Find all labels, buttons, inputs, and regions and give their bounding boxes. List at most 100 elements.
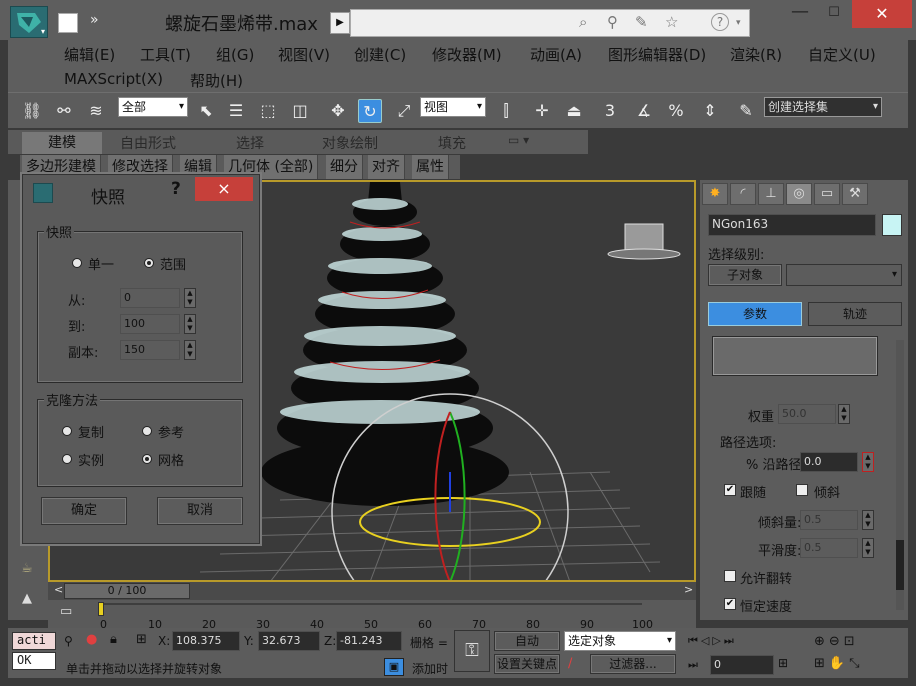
utilities-tab-icon[interactable]: ⚒ — [842, 183, 868, 205]
smoothness-field[interactable]: 0.5 — [800, 538, 858, 558]
edit-named-selection-icon[interactable]: ✎ — [734, 99, 758, 123]
curve-editor-icon[interactable]: ▭ — [60, 604, 72, 619]
tab-parameters[interactable]: 参数 — [708, 302, 802, 326]
reference-coord-select[interactable]: 视图 ▾ — [420, 97, 486, 117]
app-logo-icon[interactable]: ▾ — [10, 6, 48, 38]
dialog-help-button[interactable]: ? — [171, 179, 181, 199]
percent-along-path-spinner[interactable]: ▲ ▼ — [862, 452, 874, 472]
key-filter-icon[interactable]: ∕ — [568, 656, 572, 671]
weight-field[interactable]: 50.0 — [778, 404, 836, 424]
menu-help[interactable]: 帮助(H) — [190, 70, 243, 91]
menu-create[interactable]: 创建(C) — [354, 44, 406, 65]
tab-populate[interactable]: 填充 — [438, 133, 466, 153]
percent-along-path-field[interactable]: 0.0 — [800, 452, 858, 472]
y-coordinate-field[interactable]: 32.673 — [258, 631, 320, 651]
window-crossing-icon[interactable]: ◫ — [288, 99, 312, 123]
viewport-nav-bottom[interactable]: ⊞✋⤡ — [814, 656, 863, 671]
menu-customize[interactable]: 自定义(U) — [808, 44, 876, 65]
ribbon-options-icon[interactable]: ▭ ▾ — [508, 133, 529, 147]
menu-view[interactable]: 视图(V) — [278, 44, 330, 65]
z-coordinate-field[interactable]: -81.243 — [336, 631, 402, 651]
menu-rendering[interactable]: 渲染(R) — [730, 44, 782, 65]
spinner-snap-icon[interactable]: ⇕ — [698, 99, 722, 123]
allow-flip-checkbox[interactable] — [724, 570, 736, 582]
star-icon[interactable]: ☆ — [665, 13, 678, 31]
title-expand-icon[interactable]: ▶ — [330, 12, 350, 34]
absolute-mode-icon[interactable]: ⊞ — [136, 632, 147, 647]
key-mode-select[interactable]: 选定对象 ▾ — [564, 631, 676, 651]
panel-align[interactable]: 对齐 — [368, 155, 405, 179]
to-spinner[interactable]: ▲ ▼ — [184, 314, 196, 334]
copies-spinner[interactable]: ▲ ▼ — [184, 340, 196, 360]
lock-icon[interactable]: 🔒︎ — [110, 632, 117, 647]
from-field[interactable]: 0 — [120, 288, 180, 308]
copy-radio[interactable] — [62, 426, 72, 436]
sub-object-button[interactable]: 子对象 — [708, 264, 782, 286]
follow-checkbox[interactable]: ✔ — [724, 484, 736, 496]
modify-tab-icon[interactable]: ◜ — [730, 183, 756, 205]
track-bar[interactable]: 0 10 20 30 40 50 60 70 80 90 100 — [48, 600, 696, 631]
slider-prev-icon[interactable]: < — [54, 583, 63, 596]
filters-button[interactable]: 过滤器... — [590, 654, 676, 674]
window-close-button[interactable]: ✕ — [852, 0, 912, 28]
single-radio[interactable] — [72, 258, 82, 268]
range-radio[interactable] — [144, 258, 154, 268]
target-list-box[interactable] — [712, 336, 878, 376]
bank-amount-spinner[interactable]: ▲ ▼ — [862, 510, 874, 530]
named-selection-select[interactable]: 创建选择集 ▾ — [764, 97, 882, 117]
object-color-swatch[interactable] — [882, 214, 902, 236]
manipulate-icon[interactable]: ✛ — [530, 99, 554, 123]
from-spinner[interactable]: ▲ ▼ — [184, 288, 196, 308]
unlink-icon[interactable]: ⚯ — [52, 99, 76, 123]
minimize-button[interactable]: — — [780, 3, 820, 24]
hierarchy-tab-icon[interactable]: ⊥ — [758, 183, 784, 205]
copies-field[interactable]: 150 — [120, 340, 180, 360]
select-by-name-icon[interactable]: ☰ — [224, 99, 248, 123]
keyboard-shortcut-icon[interactable]: ⏏ — [562, 99, 586, 123]
communication-icon[interactable]: ✎ — [635, 13, 648, 31]
x-coordinate-field[interactable]: 108.375 — [172, 631, 240, 651]
frame-counter[interactable]: 0 / 100 — [64, 583, 190, 599]
bank-amount-field[interactable]: 0.5 — [800, 510, 858, 530]
maxscript-listener-line2[interactable]: OK — [12, 652, 56, 670]
maxscript-listener-line1[interactable]: acti — [12, 632, 56, 650]
cone-icon[interactable]: ▲ — [16, 588, 38, 610]
create-tab-icon[interactable]: ✸ — [702, 183, 728, 205]
object-name-field[interactable]: NGon163 — [708, 214, 876, 236]
snap-toggle-icon[interactable]: 3 — [598, 99, 622, 123]
new-document-icon[interactable] — [58, 13, 78, 33]
percent-snap-icon[interactable]: % — [664, 99, 688, 123]
pin-icon[interactable]: ● — [86, 632, 97, 647]
infocenter-toolbar[interactable]: ⌕ ⚲ ✎ ☆ ? ▾ — [350, 9, 750, 37]
motion-tab-icon[interactable]: ◎ — [786, 183, 812, 205]
set-key-icon[interactable]: ⚿ — [454, 630, 490, 672]
current-frame-field[interactable]: 0 — [710, 655, 774, 675]
select-object-icon[interactable]: ⬉ — [194, 99, 218, 123]
rect-selection-icon[interactable]: ⬚ — [256, 99, 280, 123]
menu-graph-editors[interactable]: 图形编辑器(D) — [608, 44, 706, 65]
smoothness-spinner[interactable]: ▲ ▼ — [862, 538, 874, 558]
link-icon[interactable]: ⛓ — [20, 99, 44, 123]
menu-edit[interactable]: 编辑(E) — [64, 44, 115, 65]
time-marker[interactable] — [98, 602, 104, 616]
slider-next-icon[interactable]: > — [684, 583, 693, 596]
binoculars-icon[interactable]: ⌕ — [579, 13, 587, 31]
panel-subdivision[interactable]: 细分 — [326, 155, 363, 179]
instance-radio[interactable] — [62, 454, 72, 464]
add-time-tag-label[interactable]: 添加时 — [412, 660, 448, 677]
to-field[interactable]: 100 — [120, 314, 180, 334]
key-mode-toggle-icon[interactable]: ⏭ — [688, 658, 698, 672]
time-slider[interactable]: < 0 / 100 > — [48, 582, 696, 600]
weight-spinner[interactable]: ▲ ▼ — [838, 404, 850, 424]
maximize-button[interactable]: ☐ — [818, 4, 850, 24]
viewport-nav-top[interactable]: ⊕⊖⊡ — [814, 634, 859, 649]
menu-animation[interactable]: 动画(A) — [530, 44, 582, 65]
bank-checkbox[interactable] — [796, 484, 808, 496]
constant-velocity-checkbox[interactable]: ✔ — [724, 598, 736, 610]
tab-object-paint[interactable]: 对象绘制 — [322, 133, 378, 153]
scale-icon[interactable]: ⤢ — [392, 99, 416, 123]
dialog-close-button[interactable]: × — [195, 177, 253, 201]
menu-modifiers[interactable]: 修改器(M) — [432, 44, 502, 65]
menu-group[interactable]: 组(G) — [216, 44, 254, 65]
reference-radio[interactable] — [142, 426, 152, 436]
